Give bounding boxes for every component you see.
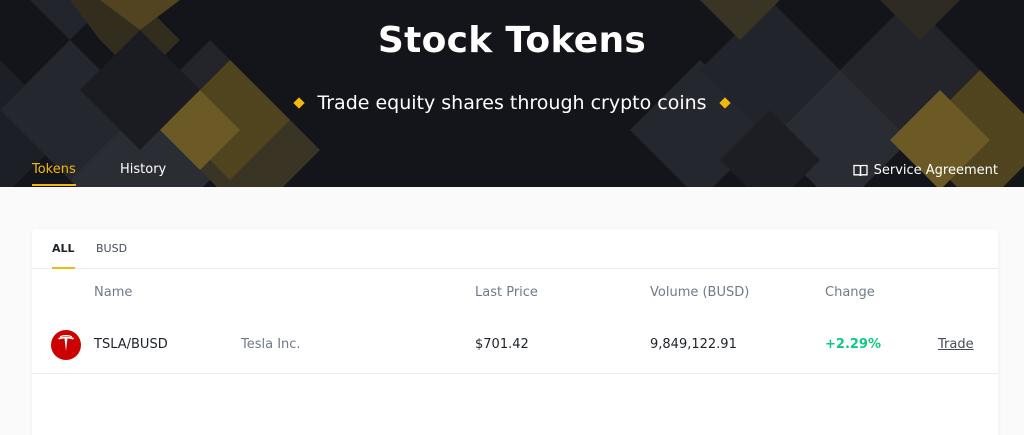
trade-link[interactable]: Trade bbox=[938, 337, 974, 352]
token-pair: TSLA/BUSD bbox=[94, 337, 168, 352]
volume: 9,849,122.91 bbox=[650, 337, 737, 352]
column-name: Name bbox=[94, 285, 133, 300]
tab-tokens[interactable]: Tokens bbox=[32, 162, 76, 186]
company-name: Tesla Inc. bbox=[241, 337, 301, 352]
hero-banner: Stock Tokens Trade equity shares through… bbox=[0, 0, 1024, 187]
change-value: +2.29% bbox=[825, 337, 881, 352]
service-agreement-link[interactable]: Service Agreement bbox=[852, 163, 998, 178]
tesla-logo bbox=[51, 330, 81, 360]
book-icon bbox=[852, 164, 868, 177]
diamond-icon bbox=[718, 97, 731, 109]
subtitle-text: Trade equity shares through crypto coins bbox=[317, 92, 707, 114]
page-subtitle: Trade equity shares through crypto coins bbox=[0, 92, 1024, 114]
filter-tab-all[interactable]: ALL bbox=[52, 242, 75, 269]
column-last-price: Last Price bbox=[475, 285, 538, 300]
filter-tabs: ALL BUSD bbox=[32, 229, 998, 269]
hero-tab-bar: Tokens History Service Agreement bbox=[0, 158, 1024, 187]
page-title: Stock Tokens bbox=[377, 20, 647, 61]
column-change: Change bbox=[825, 285, 875, 300]
table-row[interactable]: TSLA/BUSD Tesla Inc. $701.42 9,849,122.9… bbox=[32, 315, 998, 374]
table-header: Name Last Price Volume (BUSD) Change bbox=[32, 269, 998, 315]
service-agreement-label: Service Agreement bbox=[873, 163, 998, 178]
filter-tab-busd[interactable]: BUSD bbox=[96, 242, 127, 255]
column-volume: Volume (BUSD) bbox=[650, 285, 750, 300]
tab-history[interactable]: History bbox=[120, 162, 166, 177]
tesla-t-icon bbox=[58, 335, 74, 351]
last-price: $701.42 bbox=[475, 337, 529, 352]
diamond-icon bbox=[293, 97, 306, 109]
tokens-card: ALL BUSD Name Last Price Volume (BUSD) C… bbox=[32, 229, 998, 435]
